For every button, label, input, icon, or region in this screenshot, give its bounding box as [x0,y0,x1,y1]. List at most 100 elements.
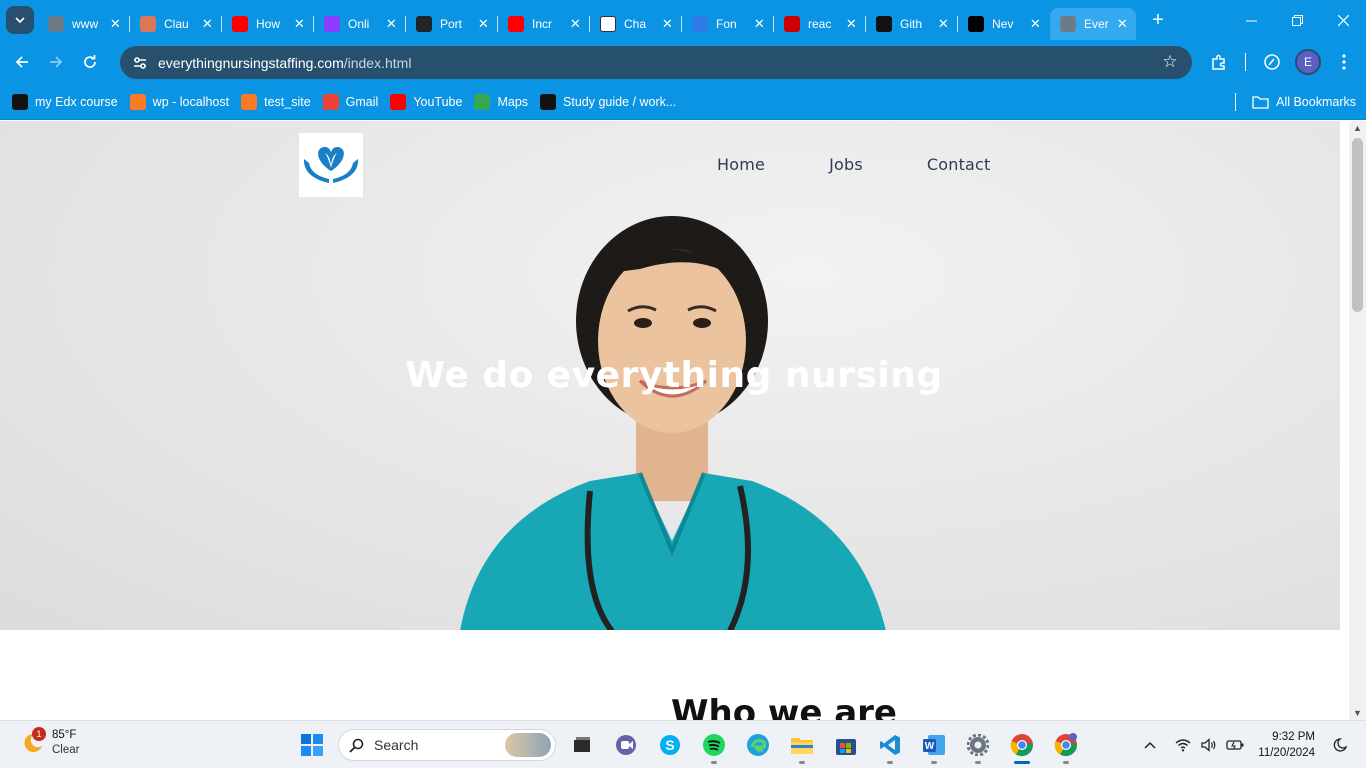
xampp-icon [129,93,146,110]
bookmark-item[interactable]: YouTube [388,88,470,116]
scrollbar-thumb[interactable] [1352,138,1363,312]
bookmark-item[interactable]: Gmail [321,88,387,116]
store-app[interactable] [824,725,868,765]
nav-home-link[interactable]: Home [717,155,765,174]
browser-tab[interactable]: Onli ✕ [314,8,406,40]
plus-icon: + [1152,8,1164,31]
purple-circle-icon [324,16,340,32]
bookmark-star-button[interactable]: ☆ [1160,52,1180,72]
taskbar-search[interactable]: Search [338,729,556,761]
bookmark-item[interactable]: wp - localhost [128,88,237,116]
institution-icon [540,93,557,110]
close-window-button[interactable] [1320,0,1366,40]
tab-close-button[interactable]: ✕ [843,15,860,33]
tab-close-button[interactable]: ✕ [659,15,676,33]
puzzle-icon [1212,54,1225,70]
all-bookmarks-button[interactable]: All Bookmarks [1235,88,1356,116]
bookmark-item[interactable]: Study guide / work... [538,88,684,116]
browser-tab[interactable]: Fon ✕ [682,8,774,40]
word-app[interactable]: W [912,725,956,765]
browser-tab[interactable]: Port ✕ [406,8,498,40]
hero-title: We do everything nursing [405,355,943,396]
star-icon: ☆ [1162,52,1178,71]
tab-close-button[interactable]: ✕ [291,15,308,33]
weather-moon-icon: 1 [20,727,46,755]
tab-close-button[interactable]: ✕ [935,15,952,33]
site-info-button[interactable] [124,47,156,79]
edge-app[interactable] [736,725,780,765]
chrome-app[interactable] [1000,725,1044,765]
tab-close-button[interactable]: ✕ [107,15,124,33]
menu-button[interactable] [1326,44,1362,80]
clock[interactable]: 9:32 PM 11/20/2024 [1258,729,1315,761]
spotify-app[interactable] [692,725,736,765]
bookmark-label: my Edx course [35,94,118,109]
browser-tab[interactable]: How ✕ [222,8,314,40]
hero-section: Home Jobs Contact We do everything nursi… [0,121,1340,630]
tab-close-button[interactable]: ✕ [1115,15,1130,33]
tab-close-button[interactable]: ✕ [1027,15,1044,33]
restore-button[interactable] [1274,0,1320,40]
tab-title: Ever [1084,17,1109,31]
browser-tab[interactable]: Gith ✕ [866,8,958,40]
site-logo[interactable] [299,133,363,197]
settings-app[interactable] [956,725,1000,765]
tab-close-button[interactable]: ✕ [383,15,400,33]
volume-button[interactable] [1197,733,1221,757]
folder-icon [1252,96,1269,109]
browser-tab[interactable]: Incr ✕ [498,8,590,40]
system-tray: 9:32 PM 11/20/2024 [1137,721,1366,768]
reload-button[interactable] [73,45,107,79]
browser-tab[interactable]: reac ✕ [774,8,866,40]
minimize-button[interactable] [1228,0,1274,40]
tab-search-button[interactable] [6,6,34,34]
new-tab-button[interactable]: + [1144,6,1172,34]
address-bar[interactable]: everythingnursingstaffing.com/index.html… [120,46,1192,79]
skype-app[interactable]: S [648,725,692,765]
wifi-button[interactable] [1171,733,1195,757]
vscode-app[interactable] [868,725,912,765]
bookmark-label: Maps [497,94,529,109]
browser-tab[interactable]: Ever ✕ [1050,8,1136,40]
focus-button[interactable] [1328,733,1352,757]
task-view-button[interactable] [560,725,604,765]
edge-icon [747,734,769,756]
bookmarks-list: my Edx course wp - localhost test_site Gmai… [10,88,686,116]
nav-contact-link[interactable]: Contact [927,155,991,174]
start-button[interactable] [290,725,334,765]
back-button[interactable] [5,45,39,79]
bookmark-item[interactable]: my Edx course [10,88,126,116]
page-scrollbar[interactable]: ▲ ▼ [1349,121,1366,720]
tab-close-button[interactable]: ✕ [567,15,584,33]
weather-badge: 1 [32,727,46,741]
weather-widget[interactable]: 1 85°F Clear [20,727,79,758]
youtube-icon [508,16,524,32]
chrome-profile-app[interactable] [1044,725,1088,765]
extensions-button[interactable] [1201,44,1237,80]
browser-tab[interactable]: Nev ✕ [958,8,1050,40]
tab-close-button[interactable]: ✕ [475,15,492,33]
tab-close-button[interactable]: ✕ [199,15,216,33]
browser-tab[interactable]: www ✕ [38,8,130,40]
minimize-icon [1245,20,1257,21]
tab-title: Incr [532,17,553,31]
browser-tab[interactable]: Cha ✕ [590,8,682,40]
clock-time: 9:32 PM [1272,731,1315,743]
browser-tab[interactable]: Clau ✕ [130,8,222,40]
scroll-down-icon[interactable]: ▼ [1353,708,1362,718]
nav-jobs-link[interactable]: Jobs [829,155,863,174]
file-explorer-app[interactable] [780,725,824,765]
performance-button[interactable] [1254,44,1290,80]
tray-overflow-button[interactable] [1138,733,1162,757]
teams-app[interactable] [604,725,648,765]
tab-close-button[interactable]: ✕ [751,15,768,33]
battery-button[interactable] [1223,733,1247,757]
forward-button[interactable] [39,45,73,79]
profile-button[interactable]: E [1290,44,1326,80]
bookmark-item[interactable]: test_site [239,88,319,116]
triangle-icon [968,16,984,32]
close-icon [1337,14,1349,26]
scroll-up-icon[interactable]: ▲ [1353,123,1362,133]
toolbar-divider [1245,53,1246,71]
bookmark-item[interactable]: Maps [472,88,536,116]
